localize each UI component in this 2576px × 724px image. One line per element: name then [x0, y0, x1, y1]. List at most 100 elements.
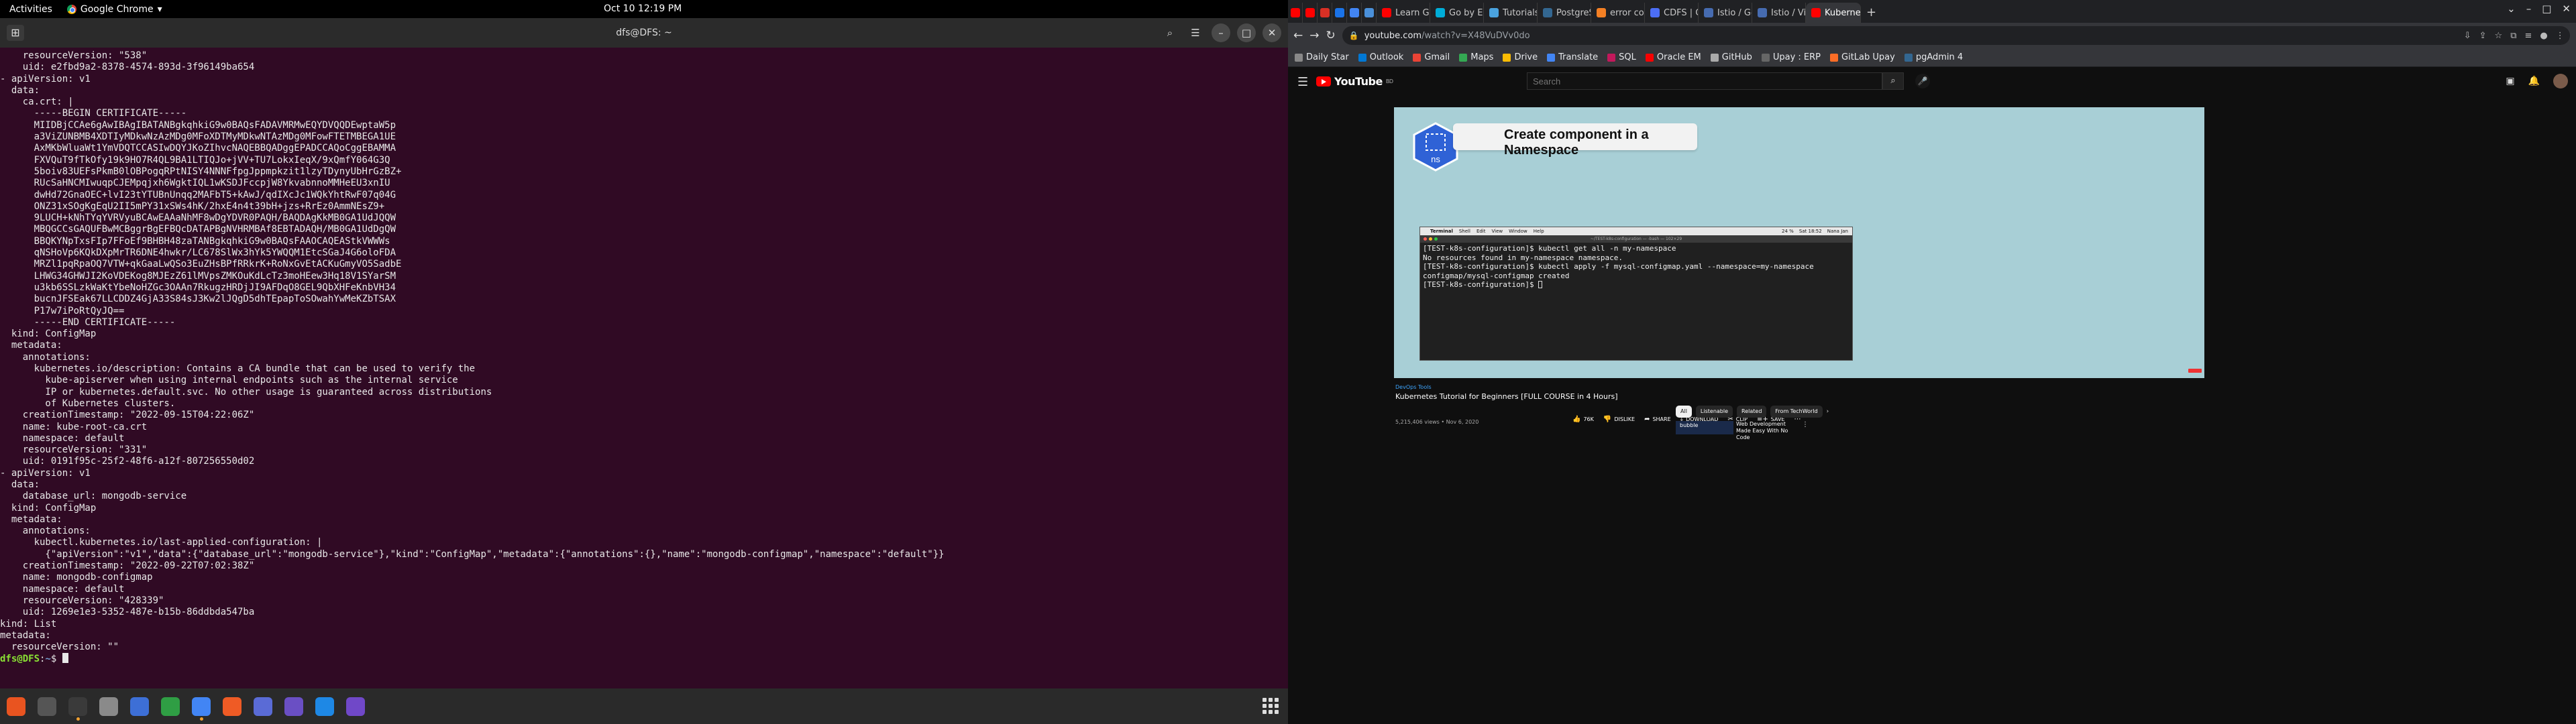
chip-all[interactable]: All [1676, 406, 1692, 418]
text-editor-icon[interactable] [130, 697, 149, 716]
terminal-icon[interactable] [68, 697, 87, 721]
microphone-icon[interactable]: 🎤 [1915, 74, 1930, 88]
bookmark-item[interactable]: Translate [1547, 52, 1598, 62]
clock[interactable]: Oct 10 12:19 PM [604, 0, 682, 18]
show-applications-icon[interactable] [1263, 698, 1279, 714]
search-icon[interactable]: ⌕ [1161, 23, 1179, 42]
disk-utility-icon[interactable] [38, 697, 56, 716]
bookmark-favicon-icon [1459, 53, 1468, 62]
avatar[interactable] [2553, 74, 2568, 88]
files-icon[interactable] [99, 697, 118, 716]
channel-hashtag[interactable]: DevOps Tools [1395, 384, 1865, 390]
browser-tab[interactable]: Kubernete✕ [1806, 3, 1861, 23]
recommendation-title[interactable]: Web Development Made Easy With No Code [1736, 421, 1799, 441]
notifications-icon[interactable]: 🔔 [2528, 76, 2540, 86]
bookmark-item[interactable]: Drive [1503, 52, 1538, 62]
kebab-menu-icon[interactable]: ⋮ [1802, 421, 1809, 441]
youtube-logo[interactable]: YouTube BD [1316, 75, 1393, 88]
chip-related[interactable]: Related [1737, 406, 1767, 418]
terminal-line: IP or kubernetes.default.svc. No other u… [0, 386, 492, 398]
chevron-right-icon[interactable]: › [1827, 406, 1829, 418]
url-host: youtube.com [1364, 30, 1422, 41]
pinned-tab[interactable] [1347, 3, 1362, 23]
maximize-button[interactable]: □ [1237, 23, 1256, 42]
bookmark-item[interactable]: pgAdmin 4 [1904, 52, 1963, 62]
bookmark-item[interactable]: Upay : ERP [1761, 52, 1821, 62]
minimize-button[interactable]: – [1212, 23, 1230, 42]
app-menu[interactable]: Google Chrome ▾ [62, 4, 168, 15]
recommendation-thumbnail[interactable]: bubble [1676, 421, 1733, 434]
browser-tab[interactable]: Learn Go Pro [1377, 3, 1430, 23]
share-button[interactable]: ➦ SHARE [1644, 416, 1671, 423]
like-button[interactable]: 👍 76K [1572, 416, 1594, 423]
create-video-icon[interactable]: ▣ [2506, 76, 2514, 86]
maximize-button[interactable]: □ [2542, 3, 2551, 15]
dislike-button[interactable]: 👎 DISLIKE [1603, 416, 1635, 423]
browser-tab[interactable]: PostgreSQL T [1538, 3, 1591, 23]
player-settings-badge[interactable] [2188, 369, 2202, 373]
bookmark-favicon-icon [1295, 53, 1303, 62]
extensions-icon[interactable]: ⧉ [2510, 31, 2516, 41]
minimize-button[interactable]: – [2526, 3, 2532, 15]
terminal-prompt-line[interactable]: dfs@DFS:~$ [0, 653, 1288, 664]
search-input[interactable] [1527, 72, 1882, 90]
reading-list-icon[interactable]: ≡ [2525, 31, 2532, 41]
bookmark-label: Maps [1470, 52, 1494, 62]
hamburger-menu-icon[interactable]: ☰ [1297, 75, 1308, 89]
kubernetes-app-icon[interactable] [346, 697, 365, 716]
pinned-tab[interactable] [1362, 3, 1377, 23]
share-icon[interactable]: ⇪ [2479, 31, 2487, 41]
close-button[interactable]: ✕ [1263, 23, 1281, 42]
bookmark-item[interactable]: Outlook [1358, 52, 1403, 62]
address-bar[interactable]: 🔒 youtube.com/watch?v=X48VuDVv0do ⇩ ⇪ ☆ … [1342, 26, 2570, 45]
reload-icon[interactable]: ↻ [1326, 29, 1336, 42]
bookmark-item[interactable]: GitLab Upay [1830, 52, 1895, 62]
kebab-menu-icon[interactable]: ⋮ [2556, 31, 2565, 41]
browser-tab[interactable]: Go by Exampl [1430, 3, 1484, 23]
pinned-tab[interactable] [1332, 3, 1347, 23]
video-player[interactable]: ns Create component in a Namespace Termi… [1394, 107, 2204, 378]
spreadsheet-icon[interactable] [161, 697, 180, 716]
bookmark-item[interactable]: Daily Star [1295, 52, 1349, 62]
browser-tab[interactable]: error code ac [1591, 3, 1645, 23]
bookmark-item[interactable]: Gmail [1413, 52, 1450, 62]
ubuntu-software-icon[interactable] [7, 697, 25, 716]
pinned-tab[interactable] [1318, 3, 1332, 23]
lock-icon[interactable]: 🔒 [1349, 31, 1359, 40]
activities-button[interactable]: Activities [0, 4, 62, 15]
tab-search-icon[interactable]: ⌄ [2507, 3, 2516, 15]
pinned-tab[interactable] [1288, 3, 1303, 23]
chrome-icon[interactable] [192, 697, 211, 721]
browser-tab[interactable]: CDFS | CDFS [1645, 3, 1699, 23]
pinned-tab[interactable] [1303, 3, 1318, 23]
forward-icon[interactable]: → [1309, 29, 1319, 42]
terminal-line: BBQKYNpTxsFIp7FFoEf9BHBH48zaTANBgkqhkiG9… [0, 235, 390, 247]
new-tab-button[interactable]: + [1861, 3, 1882, 23]
bookmark-item[interactable]: SQL [1607, 52, 1636, 62]
bookmark-item[interactable]: Oracle EM [1645, 52, 1701, 62]
video-meta: DevOps Tools Kubernetes Tutorial for Beg… [1395, 384, 1865, 401]
postman-icon[interactable] [223, 697, 241, 716]
back-icon[interactable]: ← [1293, 29, 1303, 42]
search-button[interactable]: ⌕ [1882, 72, 1904, 90]
profile-icon[interactable]: ● [2540, 31, 2547, 41]
terminal-output[interactable]: resourceVersion: "538" uid: e2fbd9a2-837… [0, 48, 1288, 688]
draw-icon[interactable] [254, 697, 272, 716]
hamburger-menu-icon[interactable]: ☰ [1186, 23, 1205, 42]
browser-tab[interactable]: Istio / Gettin [1699, 3, 1752, 23]
chip-from-techworld[interactable]: From TechWorld [1770, 406, 1823, 418]
browser-tab[interactable]: Istio / Visuali [1752, 3, 1806, 23]
terminal-window[interactable]: ⊞ dfs@DFS: ~ ⌕ ☰ – □ ✕ resourceVersion: … [0, 18, 1288, 688]
vscode-icon[interactable] [315, 697, 334, 716]
install-icon[interactable]: ⇩ [2464, 31, 2471, 41]
bookmark-star-icon[interactable]: ☆ [2495, 31, 2503, 41]
browser-tab[interactable]: Tutorials - Th [1484, 3, 1538, 23]
view-count: 5,215,406 views • Nov 6, 2020 [1395, 419, 1479, 425]
mac-menu-item: Help [1533, 229, 1544, 234]
bookmark-item[interactable]: GitHub [1710, 52, 1752, 62]
screenshot-icon[interactable] [284, 697, 303, 716]
recommendation-item[interactable]: bubble Web Development Made Easy With No… [1676, 421, 1809, 441]
chip-listenable[interactable]: Listenable [1695, 406, 1733, 418]
close-button[interactable]: ✕ [2562, 3, 2571, 15]
bookmark-item[interactable]: Maps [1459, 52, 1493, 62]
